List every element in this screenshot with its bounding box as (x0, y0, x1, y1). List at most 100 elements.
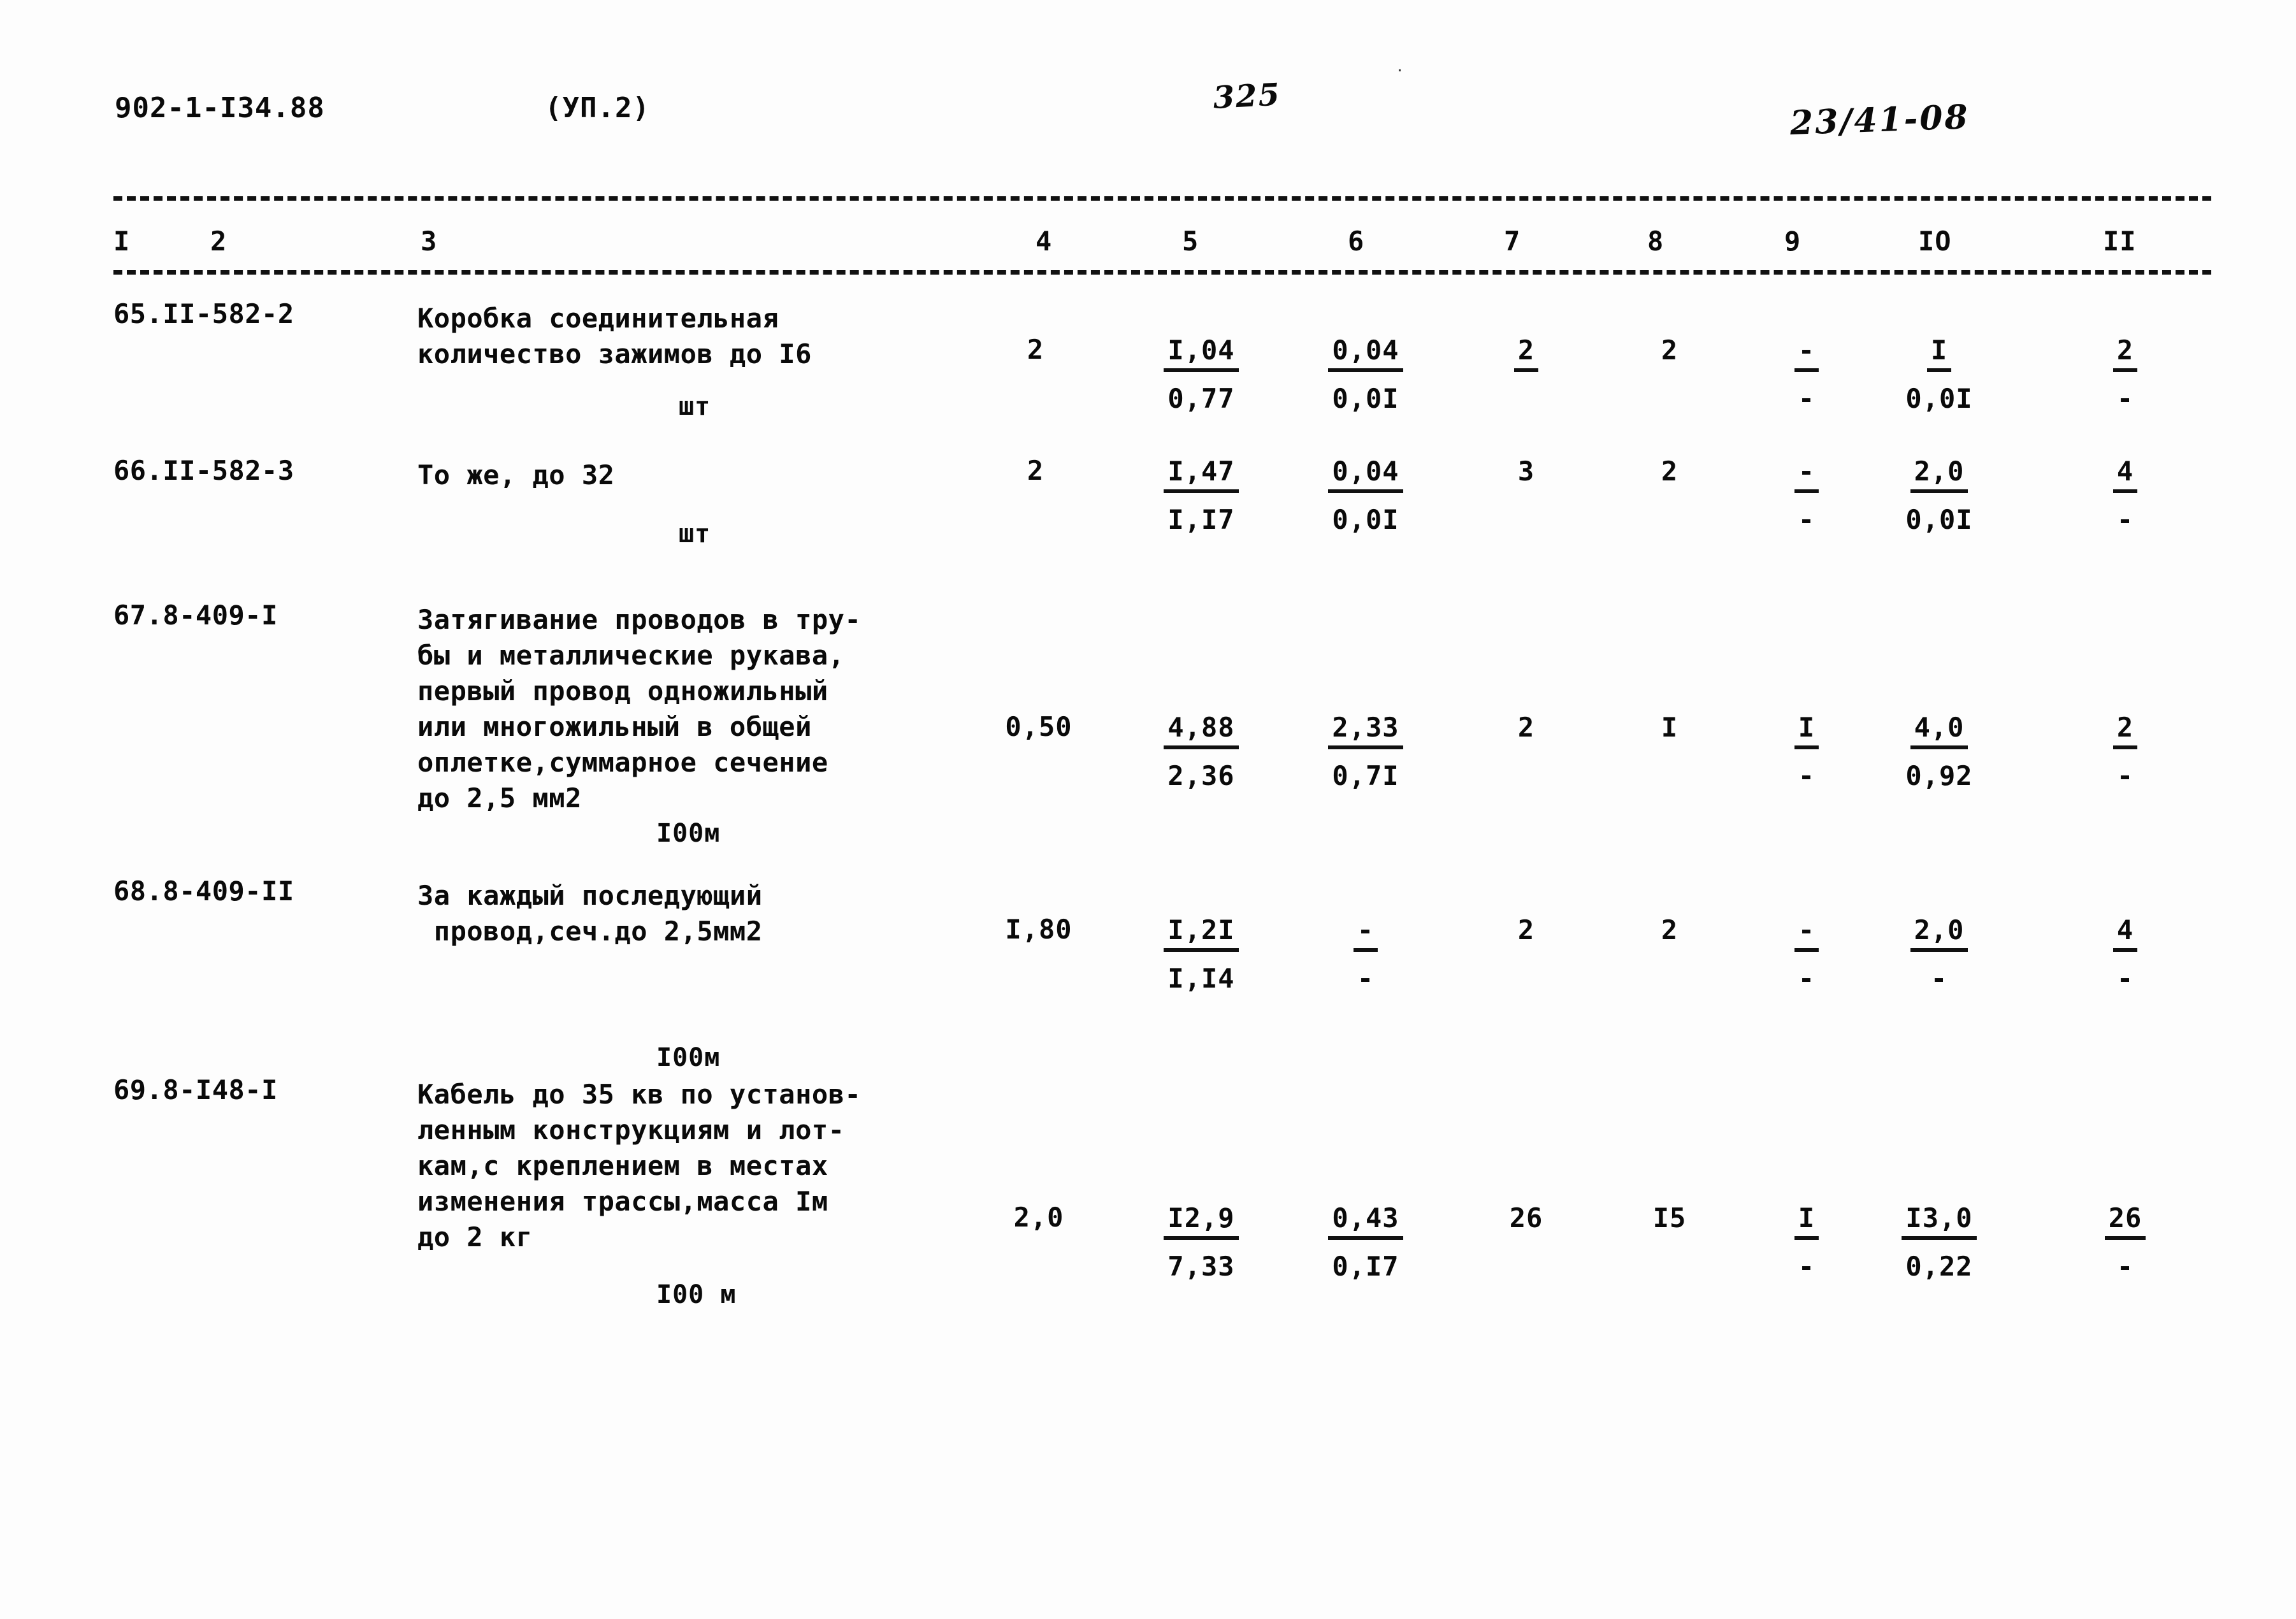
cell-col6: 2,33 0,7I (1305, 713, 1426, 792)
cell-col5-top: 4,88 (1164, 713, 1239, 750)
cell-col6-bottom: 0,7I (1332, 760, 1399, 792)
cell-col10-top: 2,0 (1910, 916, 1968, 953)
cell-col5: 4,88 2,36 (1141, 713, 1262, 792)
cell-col5-bottom: I,I4 (1167, 963, 1235, 995)
desc-line: изменения трассы,масса Iм (417, 1186, 828, 1217)
cell-col10-top: I (1926, 336, 1952, 373)
cell-col10: I 0,0I (1879, 336, 2000, 413)
cell-col6-top: 2,33 (1328, 713, 1403, 750)
cell-col7-top: 3 (1517, 456, 1535, 487)
ink-speck-mark: . (1396, 59, 1404, 75)
cell-col6: 0,43 0,I7 (1305, 1204, 1426, 1281)
cell-col5-bottom: 2,36 (1167, 760, 1235, 792)
cell-col6-bottom: - (1357, 963, 1375, 995)
cell-col6-top: - (1353, 916, 1378, 953)
table-row-code: 66.II-582-3 (113, 455, 294, 486)
table-row-code: 65.II-582-2 (113, 298, 294, 329)
cell-col8-top: I (1661, 712, 1679, 743)
column-header-7: 7 (1504, 226, 1521, 257)
cell-col6-top: 0,43 (1328, 1204, 1403, 1241)
table-row-unit: шт (679, 519, 711, 549)
table-row-description: То же, до 32 (417, 457, 614, 493)
desc-line: За каждый последующий (417, 880, 763, 911)
column-header-11: II (2103, 226, 2137, 257)
cell-col8: 2 (1609, 336, 1730, 364)
cell-col6-bottom: 0,0I (1332, 504, 1399, 536)
desc-line: оплетке,суммарное сечение (417, 747, 828, 778)
cell-col7-top: 2 (1513, 336, 1539, 373)
table-row-description: За каждый последующий провод,сеч.до 2,5м… (417, 878, 763, 949)
cell-col5: I,04 0,77 (1141, 336, 1262, 413)
cell-col10-top: 2,0 (1910, 457, 1968, 494)
cell-col11-top: 2 (2112, 336, 2138, 373)
desc-line: до 2,5 мм2 (417, 782, 582, 814)
cell-col9: I - (1746, 1204, 1867, 1281)
cell-col10-bottom: - (1930, 963, 1948, 995)
document-page: 902-1-I34.88 (УП.2) . 325 23/41-08 I 2 3… (0, 0, 2296, 1619)
cell-col5-top: I,47 (1164, 457, 1239, 494)
cell-col11-top: 2 (2112, 713, 2138, 750)
cell-col11: 4 - (2065, 916, 2186, 993)
cell-col4: I,80 (1005, 914, 1072, 945)
table-row-unit: I00м (656, 1043, 721, 1072)
cell-col4: 0,50 (1005, 711, 1072, 742)
desc-line: провод,сеч.до 2,5мм2 (417, 916, 763, 947)
cell-col7: 3 (1466, 457, 1587, 486)
cell-col10: 2,0 - (1879, 916, 2000, 993)
desc-line: То же, до 32 (417, 459, 615, 491)
cell-col6-bottom: 0,I7 (1332, 1251, 1399, 1283)
desc-line: Затягивание проводов в тру- (417, 604, 862, 635)
cell-col9: - - (1746, 457, 1867, 534)
cell-col6: - - (1305, 916, 1426, 993)
cell-col10-bottom: 0,92 (1905, 760, 1973, 792)
cell-col5: I2,9 7,33 (1141, 1204, 1262, 1281)
cell-col5-bottom: 7,33 (1167, 1251, 1235, 1283)
desc-line: до 2 кг (417, 1221, 533, 1253)
cell-col10: 4,0 0,92 (1879, 713, 2000, 792)
column-header-5: 5 (1182, 226, 1199, 257)
cell-col7-top: 26 (1509, 1202, 1543, 1234)
cell-col5: I,47 I,I7 (1141, 457, 1262, 534)
cell-col10: 2,0 0,0I (1879, 457, 2000, 534)
cell-col5-top: I2,9 (1164, 1204, 1239, 1241)
cell-col10-bottom: 0,22 (1905, 1251, 1973, 1283)
cell-col4: 2 (1027, 455, 1044, 486)
cell-col6-top: 0,04 (1328, 336, 1403, 373)
cell-col8-top: 2 (1661, 456, 1679, 487)
table-row-code: 67.8-409-I (113, 600, 278, 631)
cell-col5-top: I,04 (1164, 336, 1239, 373)
cell-col7-top: 2 (1517, 914, 1535, 946)
cell-col9-top: - (1794, 457, 1819, 494)
table-row-unit: шт (679, 392, 711, 421)
cell-col9-bottom: - (1798, 760, 1816, 792)
cell-col4: 2 (1027, 334, 1044, 365)
cell-col11: 2 - (2065, 336, 2186, 413)
desc-line: количество зажимов до I6 (417, 338, 812, 370)
cell-col9: I - (1746, 713, 1867, 792)
cell-col8-top: I5 (1652, 1202, 1687, 1234)
document-variant: (УП.2) (545, 92, 650, 124)
cell-col9-bottom: - (1798, 504, 1816, 536)
desc-line: кам,с креплением в местах (417, 1150, 828, 1181)
cell-col10-bottom: 0,0I (1905, 504, 1973, 536)
cell-col11-top: 4 (2112, 916, 2138, 953)
table-row-description: Коробка соединительная количество зажимов… (417, 301, 812, 372)
cell-col9-bottom: - (1798, 963, 1816, 995)
cell-col8-top: 2 (1661, 914, 1679, 946)
column-header-1: I (113, 226, 131, 257)
desc-line: Кабель до 35 кв по установ- (417, 1079, 862, 1110)
cell-col10-bottom: 0,0I (1905, 383, 1973, 415)
cell-col11: 2 - (2065, 713, 2186, 790)
desc-line: Коробка соединительная (417, 303, 779, 334)
column-header-2: 2 (210, 226, 227, 257)
cell-col9-bottom: - (1798, 1251, 1816, 1283)
table-row-code: 69.8-I48-I (113, 1074, 278, 1105)
cell-col4: 2,0 (1013, 1202, 1064, 1233)
cell-col7: 2 (1466, 916, 1587, 944)
cell-col9-top: - (1794, 916, 1819, 953)
cell-col5: I,2I I,I4 (1141, 916, 1262, 993)
table-row-unit: I00м (656, 819, 721, 848)
cell-col9-top: I (1794, 713, 1819, 750)
cell-col10-top: 4,0 (1910, 713, 1968, 750)
cell-col8: 2 (1609, 457, 1730, 486)
